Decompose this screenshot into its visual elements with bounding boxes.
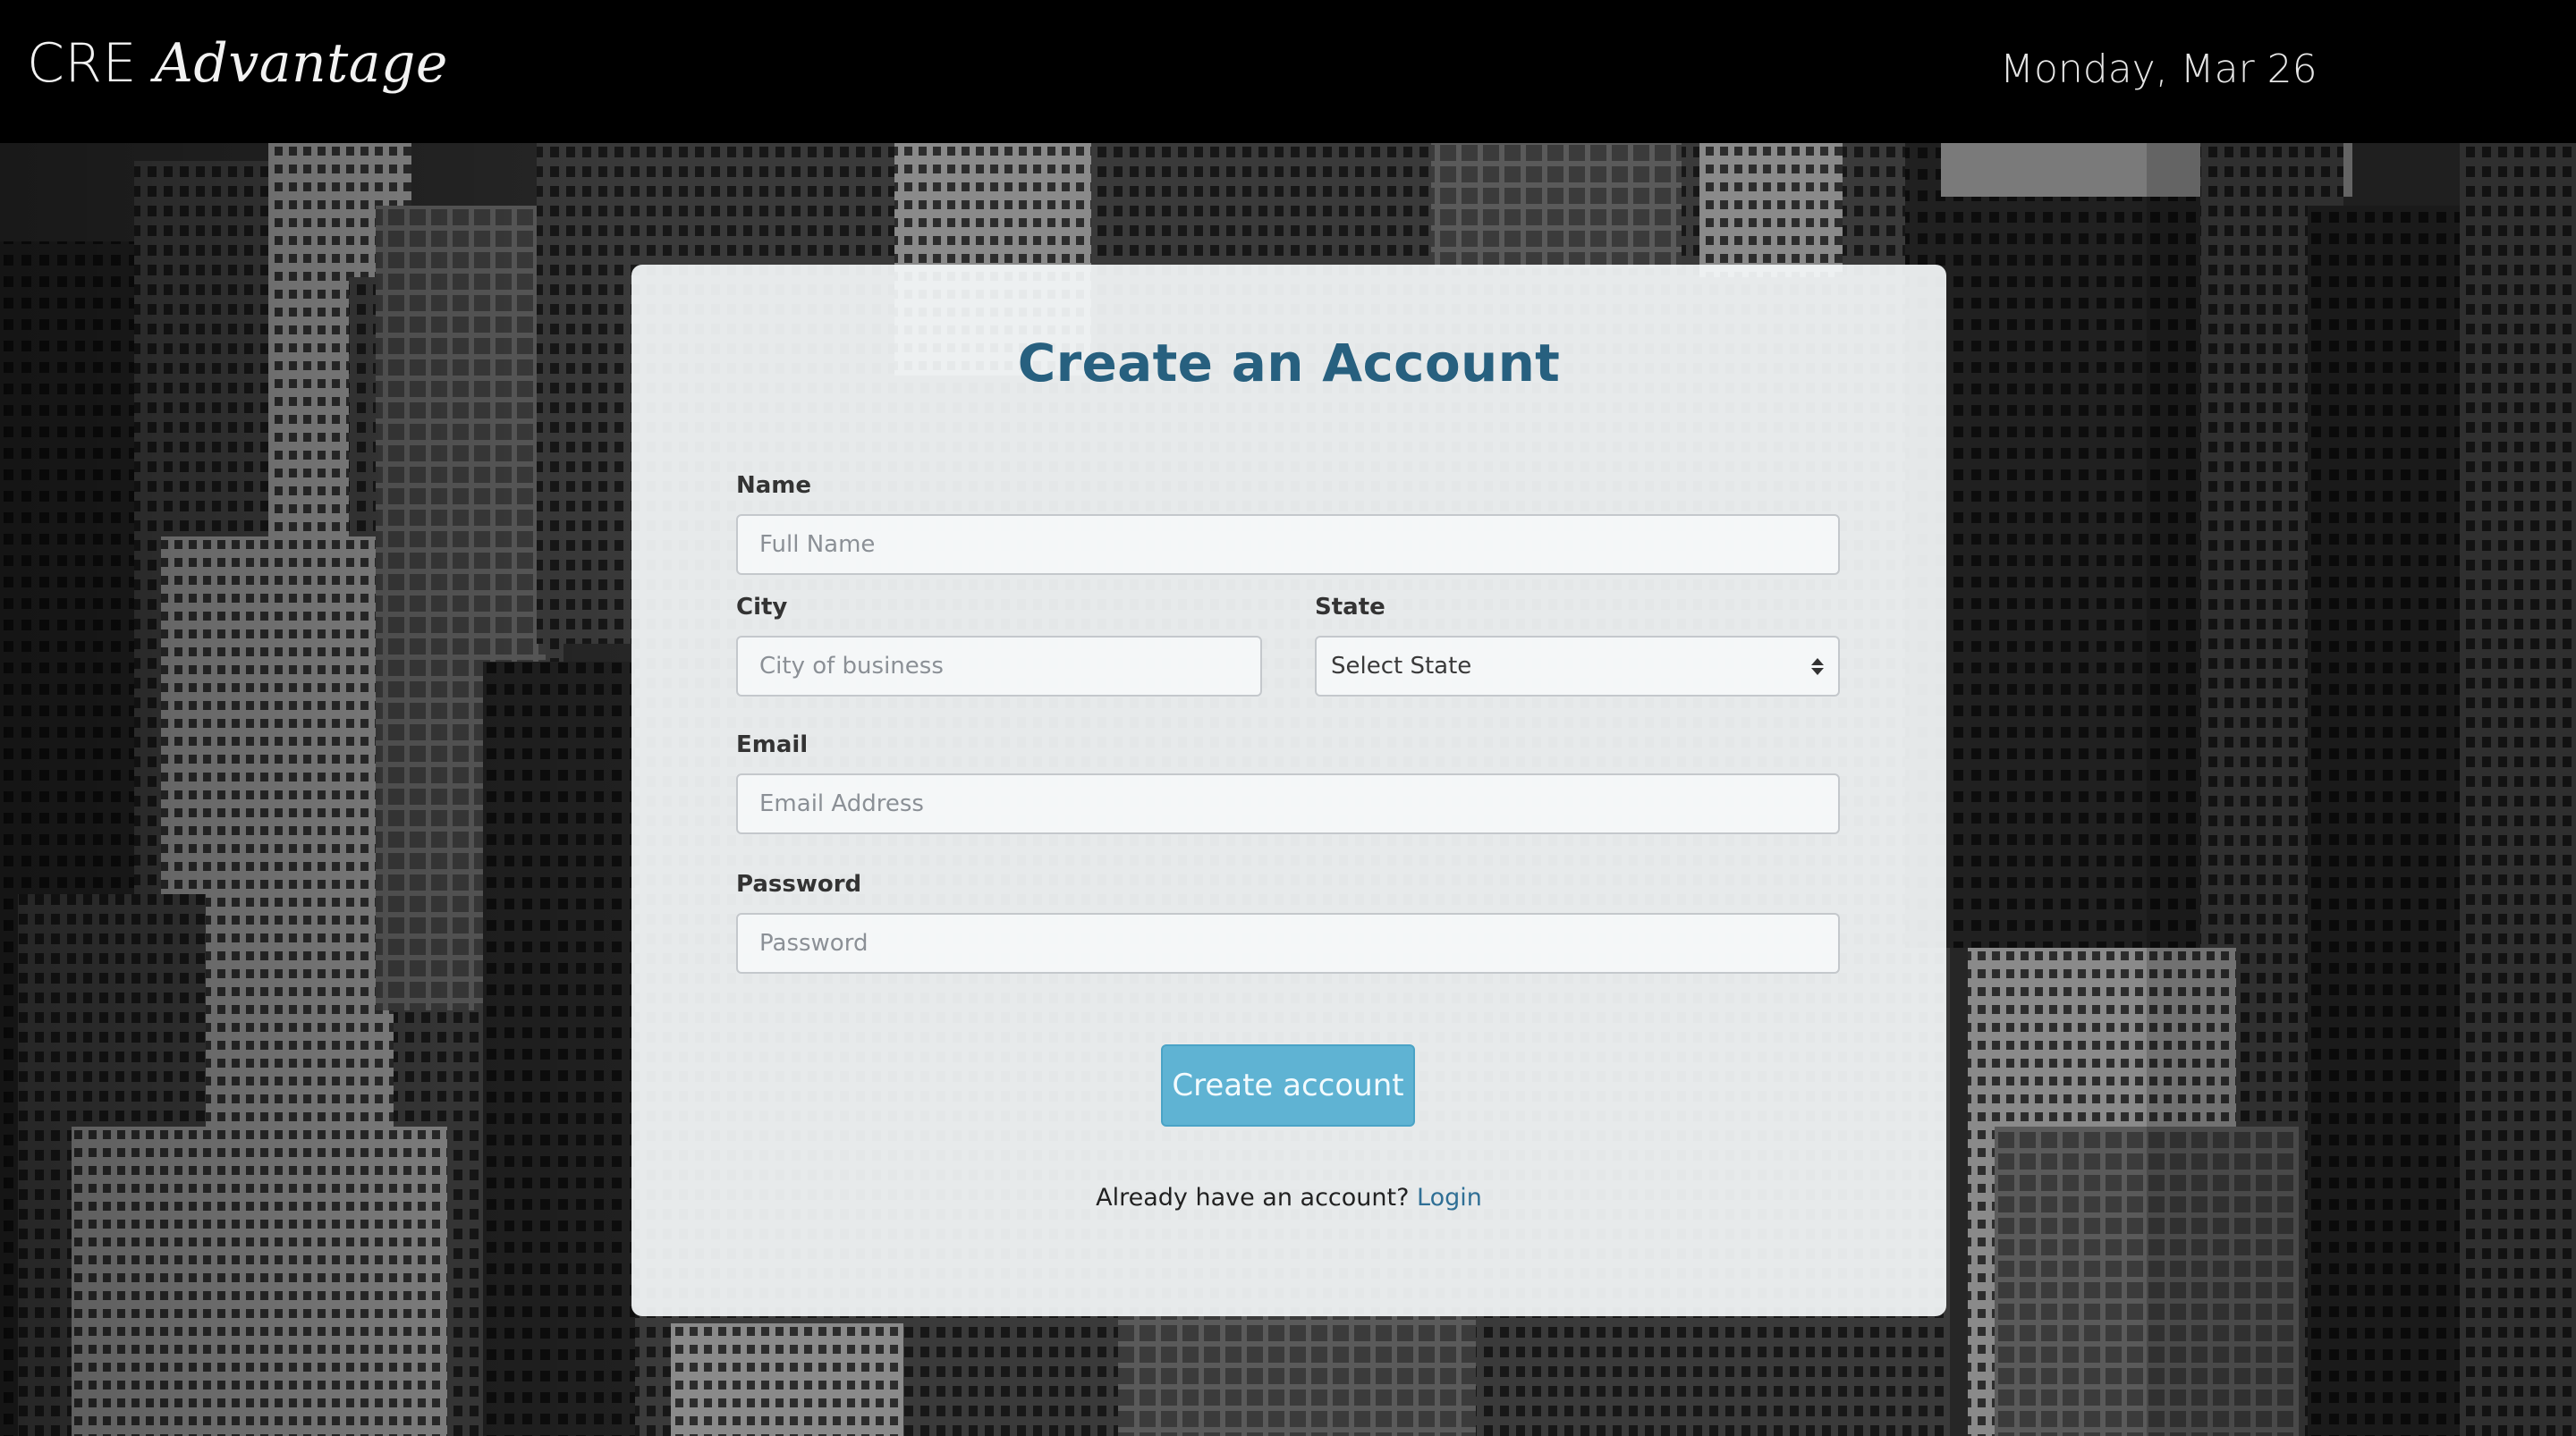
state-label: State xyxy=(1315,594,1385,621)
create-account-card: Create an Account Name City State Select… xyxy=(631,265,1946,1316)
password-label: Password xyxy=(736,871,862,898)
page: CRE Advantage Monday, Mar 26 Create an A… xyxy=(0,0,2576,1436)
select-updown-arrows-icon xyxy=(1811,657,1824,675)
email-label: Email xyxy=(736,731,809,758)
brand-suffix: Advantage xyxy=(154,32,448,95)
top-bar: CRE Advantage Monday, Mar 26 xyxy=(0,0,2576,143)
email-input[interactable] xyxy=(736,773,1840,834)
create-account-button[interactable]: Create account xyxy=(1161,1044,1415,1127)
state-selected-value: Select State xyxy=(1331,653,1472,680)
city-input[interactable] xyxy=(736,636,1262,697)
login-prompt-line: Already have an account? Login xyxy=(631,1184,1946,1212)
name-label: Name xyxy=(736,472,812,499)
state-select[interactable]: Select State xyxy=(1315,636,1840,697)
page-title: Create an Account xyxy=(1017,333,1561,393)
brand-prefix: CRE xyxy=(27,32,137,95)
current-date: Monday, Mar 26 xyxy=(2000,46,2318,92)
password-input[interactable] xyxy=(736,913,1840,974)
city-label: City xyxy=(736,594,788,621)
login-link[interactable]: Login xyxy=(1417,1184,1482,1212)
brand-logo[interactable]: CRE Advantage xyxy=(27,32,448,95)
name-input[interactable] xyxy=(736,514,1840,575)
login-prompt-text: Already have an account? xyxy=(1096,1184,1410,1212)
